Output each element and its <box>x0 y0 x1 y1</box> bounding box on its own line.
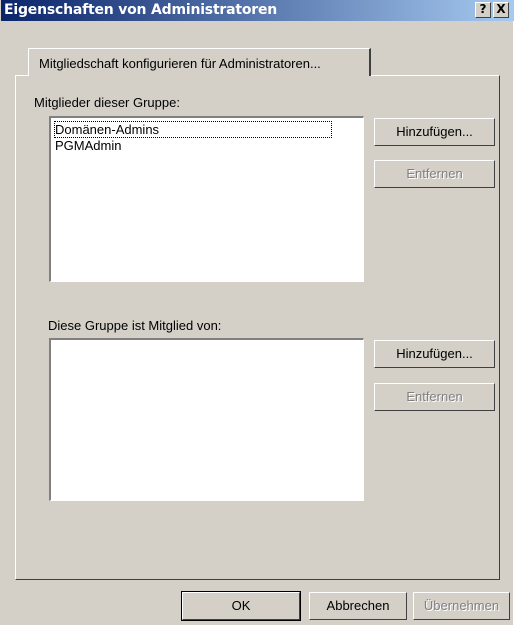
memberof-remove-button[interactable]: Entfernen <box>374 383 495 411</box>
members-remove-label: Entfernen <box>406 166 463 181</box>
list-item[interactable]: Domänen-Admins <box>53 121 333 138</box>
apply-button[interactable]: Übernehmen <box>413 592 510 620</box>
cancel-button[interactable]: Abbrechen <box>309 592 407 620</box>
tab-label: Mitgliedschaft konfigurieren für Adminis… <box>39 56 321 71</box>
members-label-text: Mitglieder dieser Gruppe: <box>34 95 180 110</box>
memberof-list[interactable] <box>49 338 364 501</box>
tab-membership[interactable]: Mitgliedschaft konfigurieren für Adminis… <box>28 48 371 76</box>
memberof-label: Diese Gruppe ist Mitglied von: <box>48 318 222 333</box>
memberof-add-label: Hinzufügen... <box>396 346 473 361</box>
members-label: Mitglieder dieser Gruppe: <box>34 95 180 110</box>
memberof-add-button[interactable]: Hinzufügen... <box>374 340 495 368</box>
close-icon: X <box>496 2 506 16</box>
title-bar[interactable]: Eigenschaften von Administratoren ? X <box>1 0 514 21</box>
ok-button[interactable]: OK <box>181 591 301 621</box>
members-add-label: Hinzufügen... <box>396 124 473 139</box>
help-icon: ? <box>479 2 487 16</box>
window-title: Eigenschaften von Administratoren <box>4 2 278 18</box>
members-list[interactable]: Domänen-Admins PGMAdmin <box>49 116 364 282</box>
members-remove-button[interactable]: Entfernen <box>374 160 495 188</box>
help-button[interactable]: ? <box>475 2 491 18</box>
close-button[interactable]: X <box>493 2 509 18</box>
ok-label: OK <box>231 598 251 613</box>
cancel-label: Abbrechen <box>326 598 390 613</box>
members-add-button[interactable]: Hinzufügen... <box>374 118 495 146</box>
list-item[interactable]: PGMAdmin <box>55 138 121 153</box>
apply-label: Übernehmen <box>423 598 500 613</box>
properties-dialog: Eigenschaften von Administratoren ? X Mi… <box>0 0 514 625</box>
memberof-remove-label: Entfernen <box>406 389 463 404</box>
